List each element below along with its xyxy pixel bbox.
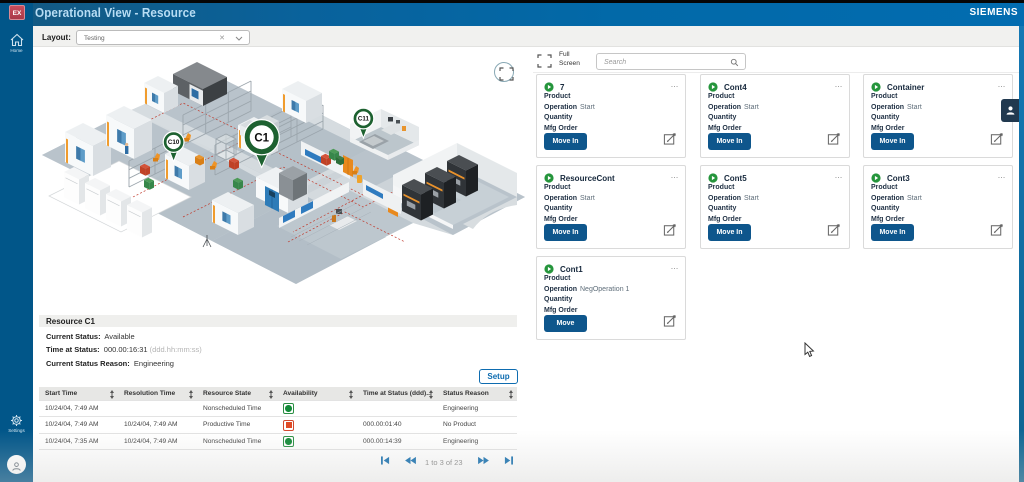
svg-text:C10: C10 [168,139,180,146]
svg-text:C1: C1 [254,132,269,144]
svg-text:C11: C11 [358,116,370,123]
